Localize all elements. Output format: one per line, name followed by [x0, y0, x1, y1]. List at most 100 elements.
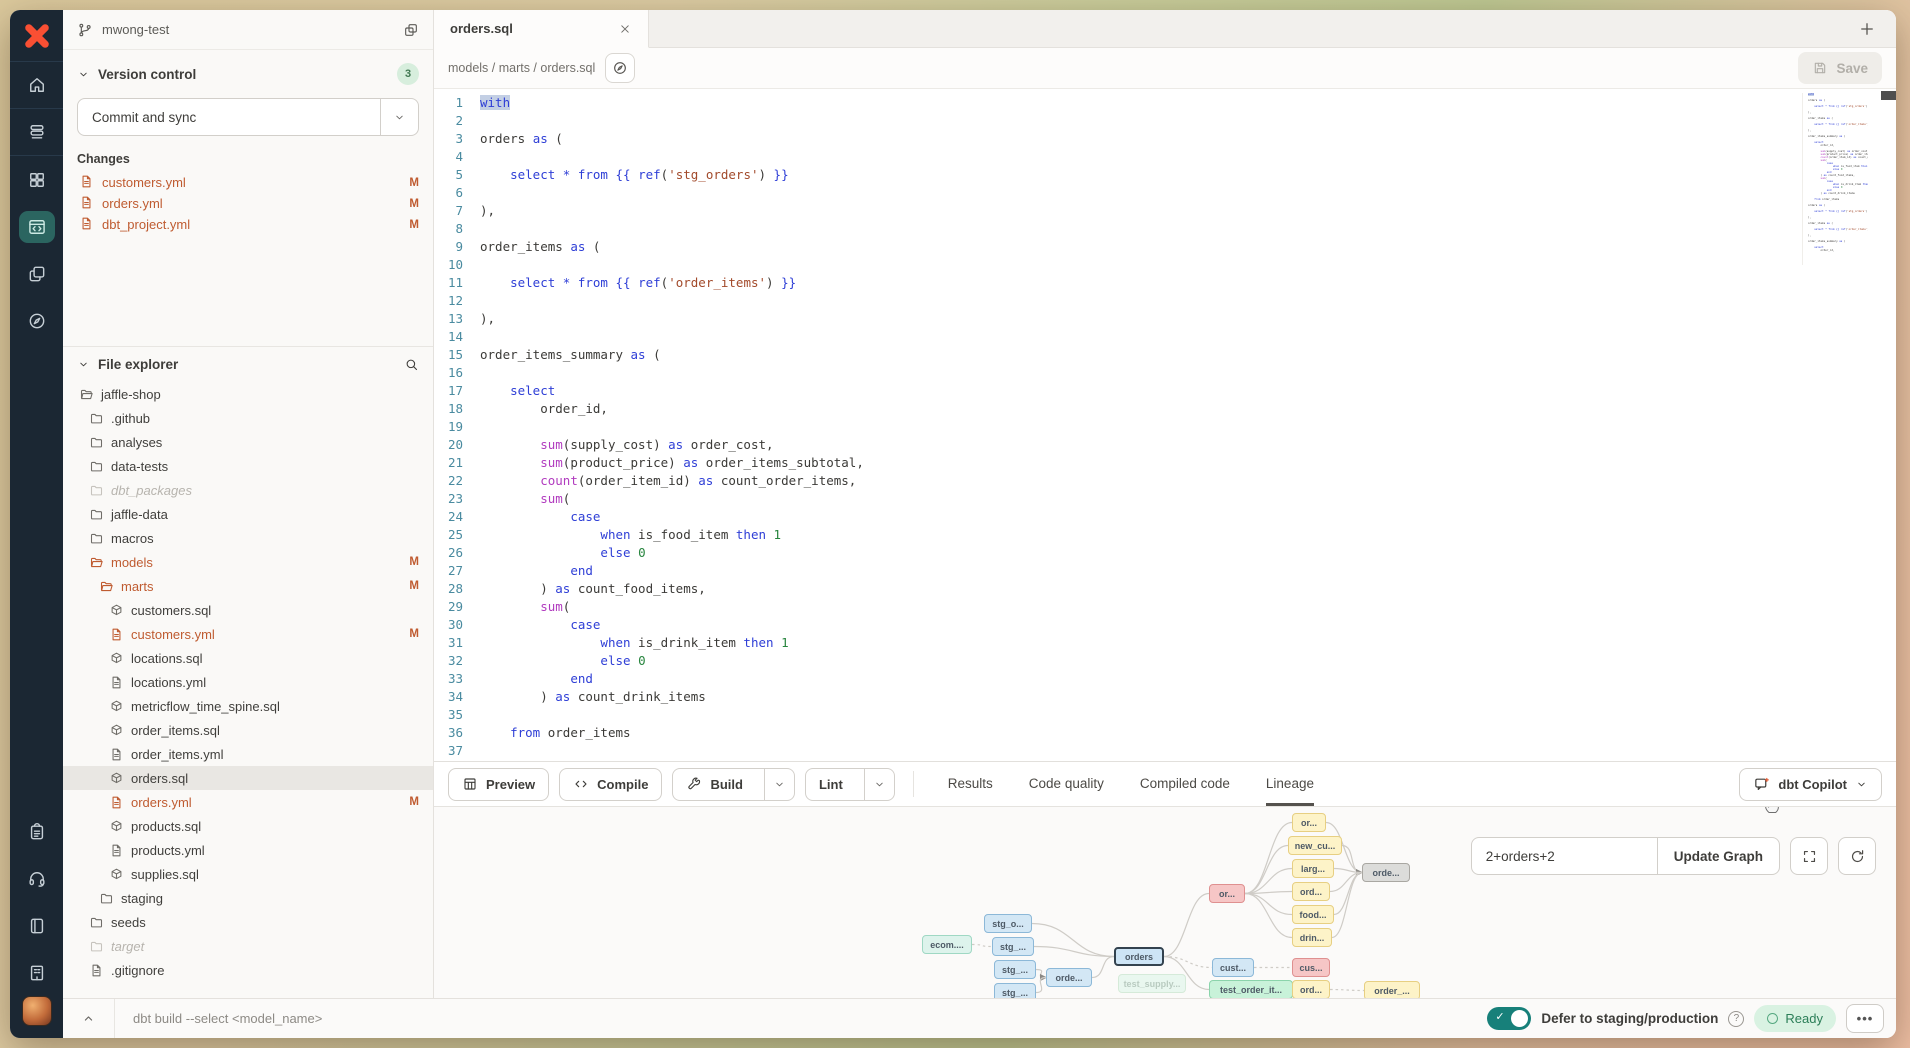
tree-item-target[interactable]: target	[63, 934, 433, 958]
tree-item-customers.yml[interactable]: customers.ymlM	[63, 622, 433, 646]
tree-item-models[interactable]: modelsM	[63, 550, 433, 574]
develop-nav-active[interactable]	[10, 203, 63, 250]
deploy-stack-icon[interactable]	[10, 109, 63, 156]
tab-lineage[interactable]: Lineage	[1266, 762, 1314, 806]
fullscreen-button[interactable]	[1790, 837, 1828, 875]
tree-item-macros[interactable]: macros	[63, 526, 433, 550]
support-headset-icon[interactable]	[10, 855, 63, 902]
commit-and-sync-button[interactable]: Commit and sync	[78, 99, 380, 135]
lineage-selector-input[interactable]: 2+orders+2	[1472, 838, 1657, 874]
tree-item-data-tests[interactable]: data-tests	[63, 454, 433, 478]
tree-item-jaffle-shop[interactable]: jaffle-shop	[63, 382, 433, 406]
tree-item-orders.yml[interactable]: orders.ymlM	[63, 790, 433, 814]
tree-item-supplies.sql[interactable]: supplies.sql	[63, 862, 433, 886]
windows-icon[interactable]	[10, 250, 63, 297]
new-tab-button[interactable]	[1838, 10, 1896, 47]
lineage-node-orders[interactable]: orders	[1114, 947, 1164, 966]
lineage-node-y8[interactable]: order_...	[1364, 981, 1420, 998]
tree-item-.github[interactable]: .github	[63, 406, 433, 430]
build-button[interactable]: Build	[673, 776, 756, 792]
lineage-node-orp[interactable]: or...	[1209, 884, 1245, 903]
lint-options-button[interactable]	[864, 769, 894, 800]
tab-code-quality[interactable]: Code quality	[1029, 762, 1104, 806]
lineage-node-y4[interactable]: ord...	[1292, 882, 1330, 901]
close-icon[interactable]	[618, 22, 632, 36]
tree-item-customers.sql[interactable]: customers.sql	[63, 598, 433, 622]
folder-icon	[89, 915, 104, 930]
tab-compiled-code[interactable]: Compiled code	[1140, 762, 1230, 806]
tree-item-orders.sql[interactable]: orders.sql	[63, 766, 433, 790]
lineage-node-ord1[interactable]: orde...	[1046, 968, 1092, 987]
lineage-node-gray[interactable]: orde...	[1362, 863, 1410, 882]
copy-icon[interactable]	[403, 22, 419, 38]
explore-compass-icon[interactable]	[10, 297, 63, 344]
lineage-node-ecom[interactable]: ecom....	[922, 935, 972, 954]
file-icon	[109, 843, 124, 858]
update-graph-button[interactable]: Update Graph	[1657, 838, 1779, 874]
user-avatar[interactable]	[22, 996, 52, 1026]
clipboard-icon[interactable]	[10, 808, 63, 855]
changelog-icon[interactable]	[10, 949, 63, 996]
lineage-node-y5[interactable]: food...	[1292, 905, 1334, 924]
tree-item-seeds[interactable]: seeds	[63, 910, 433, 934]
tree-item-.gitignore[interactable]: .gitignore	[63, 958, 433, 982]
lineage-node-stg2[interactable]: stg_...	[992, 937, 1034, 956]
lineage-node-y2[interactable]: new_cu...	[1288, 836, 1342, 855]
lineage-node-stg3[interactable]: stg_...	[994, 960, 1036, 979]
commit-options-button[interactable]	[380, 99, 418, 135]
lineage-node-stg1[interactable]: stg_o...	[984, 914, 1032, 933]
home-icon[interactable]	[10, 62, 63, 109]
version-control-header[interactable]: Version control 3	[63, 50, 433, 94]
defer-toggle[interactable]: ✓	[1487, 1007, 1531, 1030]
help-icon[interactable]: ?	[1728, 1011, 1744, 1027]
tree-item-products.yml[interactable]: products.yml	[63, 838, 433, 862]
tree-item-marts[interactable]: martsM	[63, 574, 433, 598]
compile-button[interactable]: Compile	[559, 768, 662, 801]
code-editor[interactable]: 1with23orders as (45 select * from {{ re…	[434, 88, 1896, 761]
lineage-node-y1[interactable]: or...	[1292, 813, 1326, 832]
scrollbar-thumb[interactable]	[1881, 91, 1896, 100]
tree-item-order_items.sql[interactable]: order_items.sql	[63, 718, 433, 742]
tree-item-analyses[interactable]: analyses	[63, 430, 433, 454]
tree-item-staging[interactable]: staging	[63, 886, 433, 910]
changed-file-customers.yml[interactable]: customers.ymlM	[63, 172, 433, 193]
tree-item-locations.yml[interactable]: locations.yml	[63, 670, 433, 694]
minimap[interactable]: withorders as ( select * from {{ ref('st…	[1802, 93, 1868, 265]
command-input[interactable]: dbt build --select <model_name>	[115, 1011, 322, 1026]
lineage-node-y7[interactable]: ord...	[1292, 980, 1330, 998]
tab-orders-sql[interactable]: orders.sql	[434, 10, 649, 48]
lineage-node-y3[interactable]: larg...	[1292, 859, 1334, 878]
dbt-copilot-button[interactable]: dbt Copilot	[1739, 768, 1882, 801]
tab-results[interactable]: Results	[948, 762, 993, 806]
lineage-panel[interactable]: ecom....stg_o...stg_...stg_...stg_...ord…	[434, 806, 1896, 998]
docs-book-icon[interactable]	[10, 902, 63, 949]
tree-item-metricflow_time_spine.sql[interactable]: metricflow_time_spine.sql	[63, 694, 433, 718]
more-options-button[interactable]: •••	[1846, 1004, 1884, 1033]
open-in-explorer-button[interactable]	[605, 53, 635, 83]
tree-item-jaffle-data[interactable]: jaffle-data	[63, 502, 433, 526]
file-explorer-header[interactable]: File explorer	[63, 347, 433, 380]
lint-button[interactable]: Lint	[806, 777, 856, 792]
code-line: 17 select	[434, 382, 1896, 400]
tree-item-products.sql[interactable]: products.sql	[63, 814, 433, 838]
save-button[interactable]: Save	[1798, 52, 1882, 84]
tree-item-locations.sql[interactable]: locations.sql	[63, 646, 433, 670]
lineage-node-y6[interactable]: drin...	[1292, 928, 1332, 947]
tree-item-dbt_packages[interactable]: dbt_packages	[63, 478, 433, 502]
refresh-graph-button[interactable]	[1838, 837, 1876, 875]
expand-command-bar-button[interactable]	[63, 999, 115, 1038]
preview-button[interactable]: Preview	[448, 768, 549, 801]
tree-item-order_items.yml[interactable]: order_items.yml	[63, 742, 433, 766]
lineage-node-stg4[interactable]: stg_...	[994, 983, 1036, 998]
build-options-button[interactable]	[764, 769, 794, 800]
lineage-node-cusp[interactable]: cus...	[1292, 958, 1330, 977]
lineage-node-cust[interactable]: cust...	[1212, 958, 1254, 977]
code-line: 7),	[434, 202, 1896, 220]
lineage-node-toi[interactable]: test_order_it...	[1209, 980, 1293, 998]
changed-file-dbt_project.yml[interactable]: dbt_project.ymlM	[63, 214, 433, 235]
search-icon[interactable]	[404, 357, 419, 372]
dbt-logo-icon[interactable]	[10, 10, 63, 62]
changed-file-orders.yml[interactable]: orders.ymlM	[63, 193, 433, 214]
tree-item-label: models	[111, 555, 153, 570]
dashboard-nav[interactable]	[10, 156, 63, 203]
